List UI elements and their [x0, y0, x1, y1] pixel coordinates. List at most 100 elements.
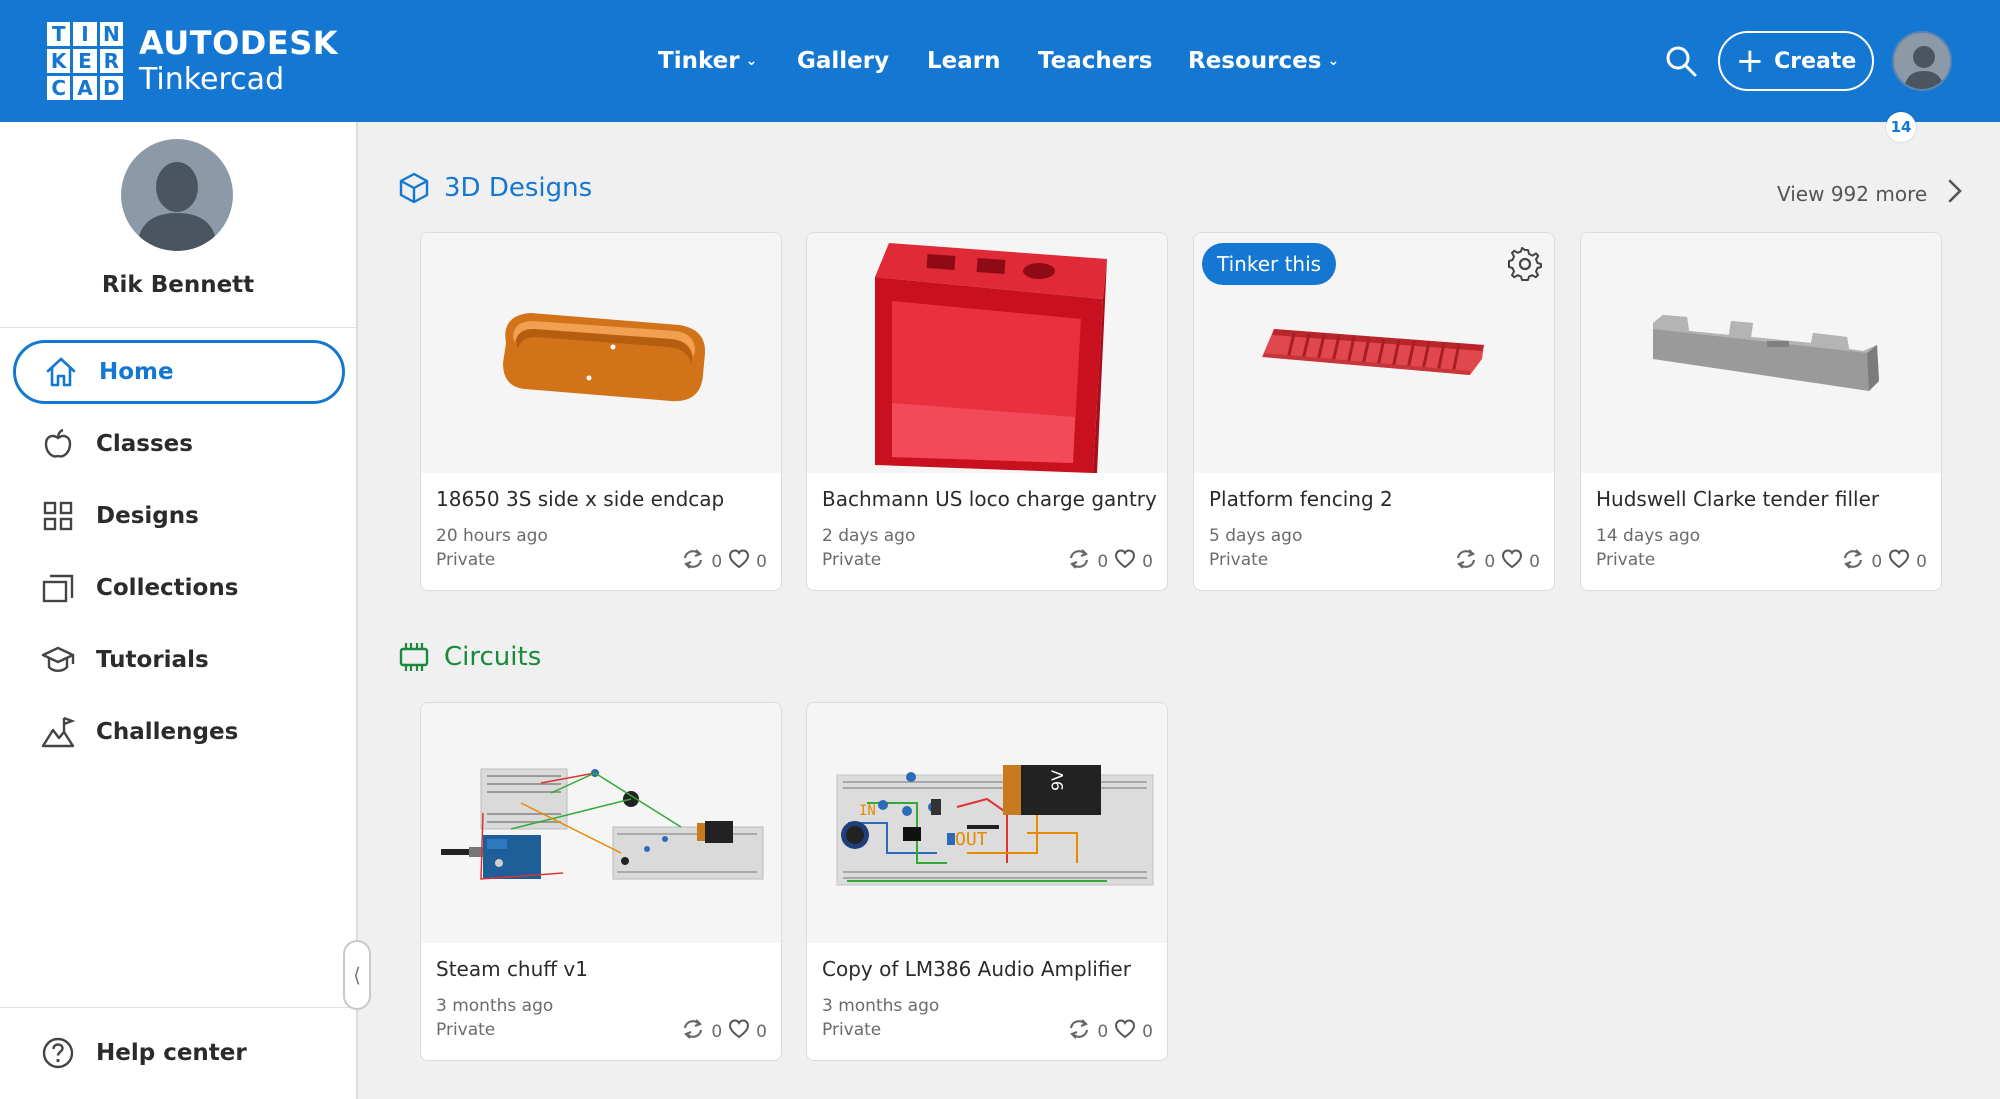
section-circuits-title[interactable]: Circuits	[398, 641, 541, 673]
view-more-link[interactable]: View 992 more	[1777, 178, 1963, 209]
sidebar-item-tutorials[interactable]: Tutorials	[13, 628, 345, 692]
profile-avatar[interactable]	[121, 139, 233, 251]
in-label: IN	[859, 803, 876, 819]
plus-icon: +	[1735, 41, 1765, 81]
nav-teachers[interactable]: Teachers	[1038, 0, 1152, 122]
logo-letter: D	[99, 76, 123, 100]
circuit-card[interactable]: Steam chuff v1 3 months ago Private 0 0	[420, 702, 782, 1061]
create-label: Create	[1774, 48, 1857, 74]
brand-autodesk: AUTODESK	[139, 24, 339, 62]
logo-letter: A	[73, 76, 97, 100]
like-count: 0	[1142, 551, 1153, 572]
nav-teachers-label: Teachers	[1038, 48, 1153, 74]
sidebar-item-label: Designs	[96, 503, 199, 529]
apple-icon	[40, 426, 76, 462]
tinker-this-button[interactable]: Tinker this	[1202, 243, 1337, 285]
sidebar-item-label: Challenges	[96, 719, 239, 745]
gear-icon[interactable]	[1508, 247, 1542, 281]
design-card[interactable]: Tinker this Platform fencing 2 5 days ag…	[1193, 232, 1555, 591]
brand-name[interactable]: AUTODESK Tinkercad	[139, 24, 338, 98]
remix-count: 0	[1484, 551, 1496, 572]
logo-letter: R	[99, 49, 123, 73]
like-count: 0	[756, 551, 767, 572]
battery-label: 9V	[1048, 770, 1067, 791]
sidebar-item-label: Classes	[96, 431, 193, 457]
section-3d-designs-title[interactable]: 3D Designs	[398, 172, 592, 204]
design-card[interactable]: 18650 3S side x side endcap 20 hours ago…	[420, 232, 782, 591]
nav-learn[interactable]: Learn	[927, 0, 1001, 122]
sidebar-item-home[interactable]: Home	[13, 340, 345, 404]
nav-learn-label: Learn	[927, 48, 1001, 74]
collections-icon	[40, 570, 76, 606]
remix-icon	[1067, 548, 1091, 575]
divider	[0, 327, 356, 328]
user-name[interactable]: Rik Bennett	[0, 272, 356, 298]
circuit-card[interactable]: 9V IN OUT Copy of LM386 Audio Amplifier …	[806, 702, 1168, 1061]
nav-tinker-label: Tinker	[658, 48, 740, 74]
circuit-title: Steam chuff v1	[436, 957, 588, 981]
chevron-left-icon: ⟨	[353, 963, 361, 987]
nav-resources[interactable]: Resources ⌄	[1188, 0, 1339, 122]
like-count: 0	[756, 1021, 767, 1042]
circuit-stats: 0 0	[1067, 1018, 1153, 1045]
design-title: 18650 3S side x side endcap	[436, 487, 725, 511]
privacy-label: Private	[436, 550, 496, 570]
out-label: OUT	[955, 829, 988, 850]
help-center-link[interactable]: Help center	[13, 1021, 345, 1085]
circuit-chip-icon	[398, 641, 430, 673]
section-label: Circuits	[444, 642, 542, 672]
heart-icon[interactable]	[1501, 549, 1523, 574]
heart-icon[interactable]	[728, 1019, 750, 1044]
chevron-down-icon: ⌄	[745, 53, 758, 69]
circuit-thumbnail: 9V IN OUT	[807, 703, 1167, 943]
tinkercad-logo[interactable]: T I N K E R C A D	[47, 22, 123, 100]
design-title: Hudswell Clarke tender filler	[1596, 487, 1880, 511]
circuit-thumbnail	[421, 703, 781, 943]
heart-icon[interactable]	[1114, 549, 1136, 574]
privacy-label: Private	[822, 1020, 882, 1040]
remix-icon	[681, 1018, 705, 1045]
heart-icon[interactable]	[1114, 1019, 1136, 1044]
design-thumbnail	[807, 233, 1167, 473]
nav-resources-label: Resources	[1188, 48, 1322, 74]
privacy-label: Private	[1596, 550, 1656, 570]
like-count: 0	[1916, 551, 1927, 572]
design-stats: 0 0	[681, 548, 767, 575]
remix-count: 0	[1871, 551, 1883, 572]
notification-badge[interactable]: 14	[1886, 112, 1916, 142]
divider	[0, 1007, 356, 1008]
sidebar-item-collections[interactable]: Collections	[13, 556, 345, 620]
design-stats: 0 0	[1067, 548, 1153, 575]
logo-letter: E	[73, 49, 97, 73]
sidebar-collapse-handle[interactable]: ⟨	[343, 940, 371, 1010]
sidebar: Rik Bennett Home Classes Designs Collect…	[0, 122, 358, 1099]
search-icon[interactable]	[1664, 44, 1698, 78]
grid-icon	[40, 498, 76, 534]
create-button[interactable]: + Create	[1718, 31, 1874, 91]
sidebar-item-challenges[interactable]: Challenges	[13, 700, 345, 764]
like-count: 0	[1529, 551, 1540, 572]
design-title: Bachmann US loco charge gantry	[822, 487, 1157, 511]
cube-icon	[398, 172, 430, 204]
design-time: 5 days ago	[1209, 526, 1303, 546]
circuit-title: Copy of LM386 Audio Amplifier	[822, 957, 1131, 981]
design-card[interactable]: Bachmann US loco charge gantry 2 days ag…	[806, 232, 1168, 591]
sidebar-item-label: Home	[99, 359, 174, 385]
circuit-time: 3 months ago	[436, 996, 554, 1016]
nav-tinker[interactable]: Tinker ⌄	[658, 0, 757, 122]
nav-gallery[interactable]: Gallery	[797, 0, 889, 122]
logo-letter: N	[99, 22, 123, 46]
avatar[interactable]	[1892, 31, 1952, 91]
heart-icon[interactable]	[1888, 549, 1910, 574]
logo-letter: C	[47, 76, 71, 100]
help-center-label: Help center	[96, 1040, 247, 1066]
design-title: Platform fencing 2	[1209, 487, 1393, 511]
heart-icon[interactable]	[728, 549, 750, 574]
design-card[interactable]: Hudswell Clarke tender filler 14 days ag…	[1580, 232, 1942, 591]
section-label: 3D Designs	[444, 173, 593, 203]
mountain-flag-icon	[40, 714, 76, 750]
sidebar-item-designs[interactable]: Designs	[13, 484, 345, 548]
sidebar-item-classes[interactable]: Classes	[13, 412, 345, 476]
remix-count: 0	[1097, 1021, 1109, 1042]
nav-gallery-label: Gallery	[797, 48, 890, 74]
